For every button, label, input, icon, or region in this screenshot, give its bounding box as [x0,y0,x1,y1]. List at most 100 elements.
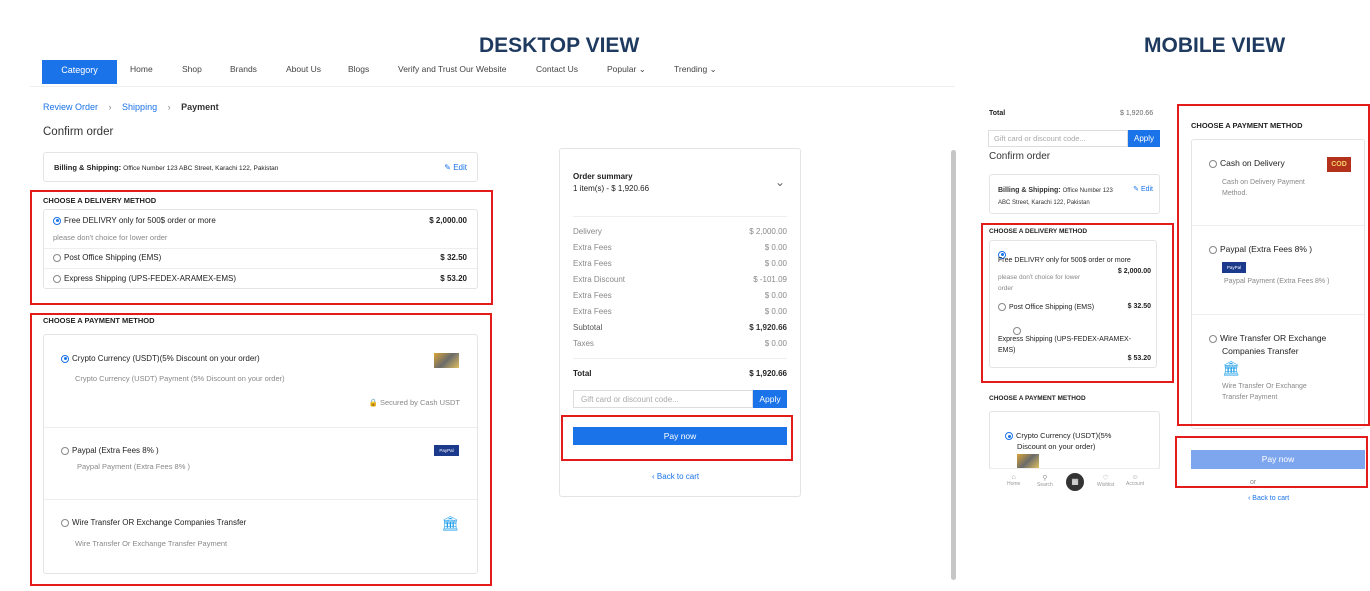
edit-link[interactable]: ✎ Edit [444,163,467,172]
user-icon: ☺ [1131,474,1139,481]
breadcrumb-review[interactable]: Review Order [43,102,98,112]
nav-trending[interactable]: Trending ⌄ [674,64,717,75]
desktop-scrollbar[interactable] [949,70,957,590]
nav-divider [30,86,955,87]
m2-pay-now-button[interactable]: Pay now [1191,450,1365,469]
summary-row: Taxes $ 0.00 [573,339,787,348]
paypal-logo-icon: PayPal [434,445,459,456]
m2-payment-options: Cash on Delivery COD Cash on Delivery Pa… [1191,139,1365,429]
wire-desc: Wire Transfer Or Exchange Transfer Payme… [75,539,228,548]
paypal-logo-icon: PayPal [1222,262,1246,273]
summary-row-label: Extra Fees [573,291,612,300]
summary-row-value: $ 0.00 [764,259,787,268]
summary-row-value: $ 2,000.00 [749,227,787,236]
pay-now-button[interactable]: Pay now [573,427,787,445]
chevron-down-icon: ⌄ [638,64,646,74]
m2-option-wire[interactable]: Wire Transfer OR Exchange Companies Trans… [1209,332,1326,358]
delivery-option-express[interactable]: Express Shipping (UPS-FEDEX-ARAMEX-EMS) [53,274,236,283]
lock-icon: 🔒 [368,398,378,407]
delivery-price-post: $ 32.50 [440,253,467,262]
crypto-coins-icon [434,353,459,368]
tab-account[interactable]: ☺ Account [1126,474,1144,487]
delivery-options: Free DELIVRY only for 500$ order or more… [43,209,478,289]
bank-icon: 🏛 [1222,360,1240,376]
summary-row-label: Extra Fees [573,243,612,252]
m-gift-input[interactable]: Gift card or discount code... [988,130,1128,147]
m-total-value: $ 1,920.66 [1120,110,1154,117]
m2-payment-heading: CHOOSE A PAYMENT METHOD [1191,121,1303,130]
summary-row: Extra Discount $ -101.09 [573,275,787,284]
m2-option-paypal[interactable]: Paypal (Extra Fees 8% ) [1209,244,1312,254]
nav-shop[interactable]: Shop [182,64,202,74]
grid-menu-icon[interactable]: ▦ [1066,473,1084,491]
summary-row-label: Subtotal [573,323,603,332]
pencil-icon: ✎ [444,163,451,172]
chevron-right-icon: › [167,102,171,112]
delivery-price-free: $ 2,000.00 [429,216,467,225]
summary-row-value: $ 0.00 [764,339,787,348]
breadcrumb-payment: Payment [181,102,219,112]
m2-back-to-cart[interactable]: ‹ Back to cart [1248,495,1289,503]
m-confirm-order: Confirm order [989,151,1051,162]
summary-total-label: Total [573,369,592,378]
breadcrumb: Review Order › Shipping › Payment [43,102,227,112]
back-to-cart-link[interactable]: ‹ Back to cart [652,472,699,481]
tab-wishlist[interactable]: ♡ Wishlist [1097,474,1114,488]
m-apply-button[interactable]: Apply [1128,130,1160,147]
chevron-down-icon: ⌄ [709,64,717,74]
m-payment-heading: CHOOSE A PAYMENT METHOD [989,395,1086,402]
breadcrumb-shipping[interactable]: Shipping [122,102,157,112]
desktop-view-title: DESKTOP VIEW [479,34,640,57]
nav-blogs[interactable]: Blogs [348,64,369,74]
delivery-note: please don't choice for lower order [53,233,168,242]
summary-items: 1 item(s) - $ 1,920.66 [573,184,650,193]
heart-icon: ♡ [1102,475,1109,482]
chevron-left-icon: ‹ [1248,495,1251,502]
summary-row-label: Extra Discount [573,275,626,284]
m-edit-link[interactable]: ✎ Edit [1133,185,1153,193]
delivery-option-post[interactable]: Post Office Shipping (EMS) [53,253,161,262]
billing-card: Billing & Shipping: Office Number 123 AB… [43,152,478,182]
chevron-left-icon: ‹ [652,472,655,481]
secured-note: 🔒 Secured by Cash USDT [368,398,460,407]
delivery-option-free[interactable]: Free DELIVRY only for 500$ order or more [53,216,216,225]
pencil-icon: ✎ [1133,186,1139,193]
nav-brands[interactable]: Brands [230,64,257,74]
radio-selected[interactable] [53,216,61,225]
chevron-right-icon: › [108,102,112,112]
payment-options: Crypto Currency (USDT)(5% Discount on yo… [43,334,478,574]
summary-row: Subtotal $ 1,920.66 [573,323,787,332]
nav-verify[interactable]: Verify and Trust Our Website [398,64,507,74]
nav-about[interactable]: About Us [286,64,321,74]
bank-icon: 🏛 [441,515,459,531]
nav-popular[interactable]: Popular ⌄ [607,64,646,75]
chevron-down-icon[interactable]: ⌄ [775,175,785,189]
tab-home[interactable]: ⌂ Home [1007,474,1020,487]
cod-logo-icon: COD [1327,157,1351,172]
tab-search[interactable]: ⚲ Search [1037,474,1053,488]
summary-row: Extra Fees $ 0.00 [573,259,787,268]
nav-home[interactable]: Home [130,64,153,74]
paypal-desc: Paypal Payment (Extra Fees 8% ) [77,462,190,471]
delivery-heading: CHOOSE A DELIVERY METHOD [43,196,157,205]
summary-row-value: $ 0.00 [764,291,787,300]
m-total-label: Total [989,110,1006,117]
apply-button[interactable]: Apply [753,390,787,408]
delivery-price-express: $ 53.20 [440,274,467,283]
summary-row-value: $ 0.00 [764,243,787,252]
payment-heading: CHOOSE A PAYMENT METHOD [43,316,155,325]
summary-title: Order summary [573,172,633,181]
category-button[interactable]: Category [42,60,117,84]
summary-total-value: $ 1,920.66 [749,369,787,378]
payment-option-paypal[interactable]: Paypal (Extra Fees 8% ) [61,446,159,455]
summary-row-label: Delivery [573,227,602,236]
payment-option-crypto[interactable]: Crypto Currency (USDT)(5% Discount on yo… [61,354,260,363]
summary-row: Extra Fees $ 0.00 [573,307,787,316]
gift-code-input[interactable]: Gift card or discount code... [573,390,753,408]
m-delivery-options: Free DELIVRY only for 500$ order or more… [989,240,1157,368]
mobile-view-title: MOBILE VIEW [1144,34,1286,57]
summary-row: Extra Fees $ 0.00 [573,243,787,252]
m2-option-cod[interactable]: Cash on Delivery [1209,158,1285,168]
nav-contact[interactable]: Contact Us [536,64,578,74]
payment-option-wire[interactable]: Wire Transfer OR Exchange Companies Tran… [61,518,246,527]
